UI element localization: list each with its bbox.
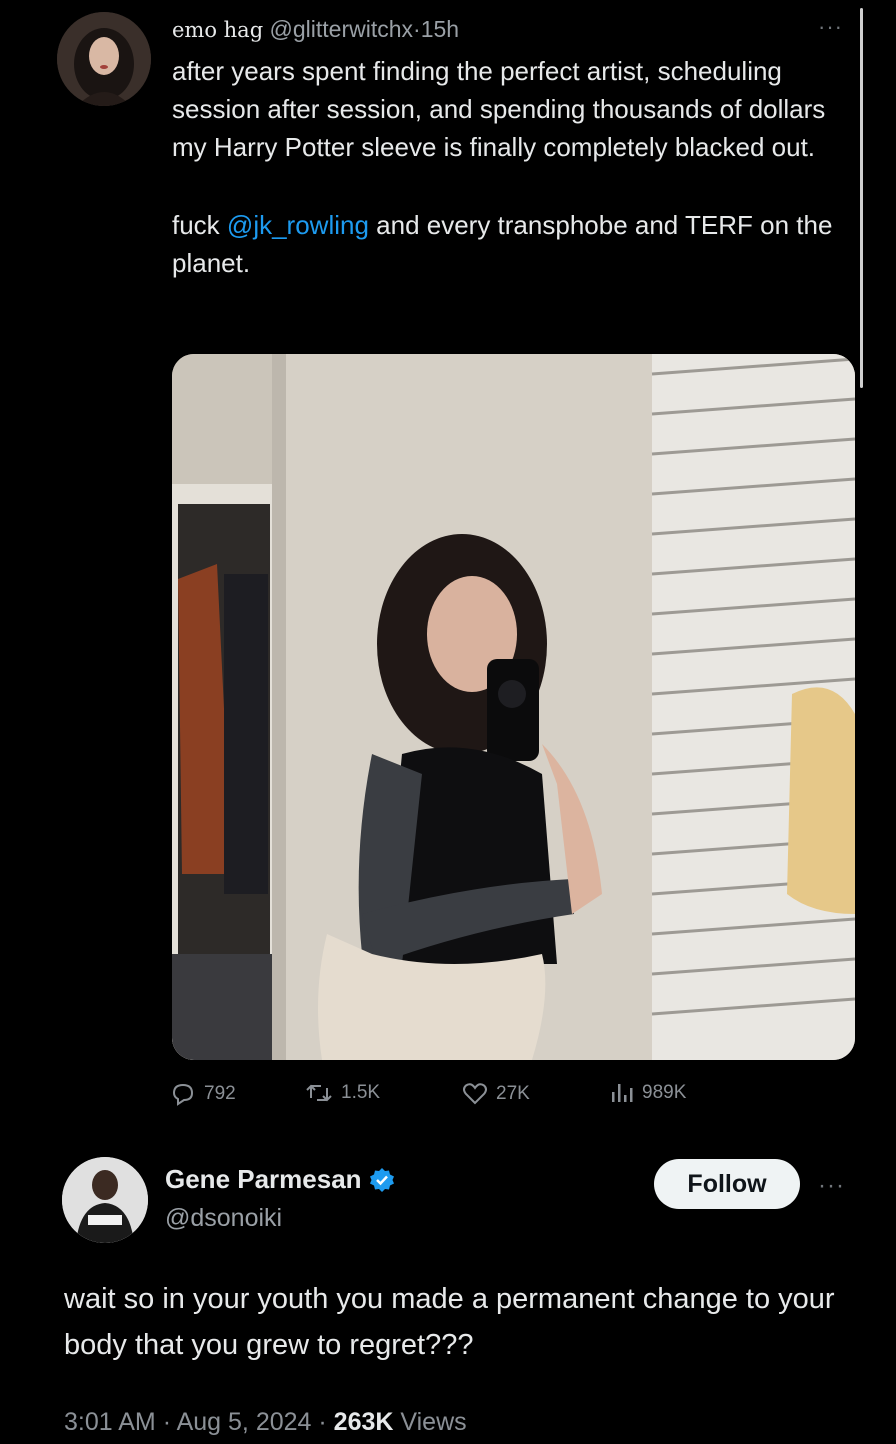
heart-icon — [463, 1083, 487, 1105]
author-avatar[interactable] — [57, 12, 151, 106]
reply-more-options-icon[interactable]: ··· — [818, 1172, 845, 1200]
reply-author-name-row: Gene Parmesan — [165, 1164, 396, 1195]
author-handle[interactable]: @glitterwitchx — [270, 16, 414, 42]
reply-time[interactable]: 3:01 AM — [64, 1408, 156, 1436]
reply-author-avatar[interactable] — [62, 1157, 148, 1243]
like-action[interactable]: 27K — [462, 1082, 530, 1106]
tweet-text: after years spent finding the perfect ar… — [172, 52, 862, 282]
follow-button[interactable]: Follow — [654, 1159, 800, 1209]
tweet-paragraph-1: after years spent finding the perfect ar… — [172, 56, 826, 162]
reply-author-handle[interactable]: @dsonoiki — [165, 1204, 282, 1233]
reply-author-display-name[interactable]: Gene Parmesan — [165, 1164, 362, 1195]
reply-text: wait so in your youth you made a permane… — [64, 1283, 835, 1361]
tweet-paragraph-2: fuck @jk_rowling and every transphobe an… — [172, 210, 833, 278]
author-display-name[interactable]: emo hag — [172, 18, 263, 42]
like-count: 27K — [496, 1083, 530, 1104]
reply-meta: 3:01 AM · Aug 5, 2024 · 263K Views — [64, 1408, 467, 1436]
reply-action[interactable]: 792 — [170, 1082, 236, 1106]
reply-icon — [172, 1083, 194, 1106]
reply-views-label: Views — [400, 1408, 467, 1436]
reply-views-count: 263K — [333, 1408, 394, 1436]
repost-icon — [306, 1084, 332, 1102]
repost-count: 1.5K — [341, 1082, 381, 1103]
tweet-photo[interactable] — [172, 354, 855, 1060]
repost-action[interactable]: 1.5K — [305, 1082, 380, 1104]
views-action[interactable]: 989K — [610, 1082, 686, 1104]
reply-date[interactable]: Aug 5, 2024 — [177, 1408, 312, 1436]
views-count: 989K — [642, 1082, 687, 1103]
more-options-icon[interactable]: ··· — [818, 14, 843, 40]
reply-count: 792 — [204, 1083, 236, 1104]
views-chart-icon — [612, 1084, 633, 1102]
tweet-header: emo hag @glitterwitchx·15h — [172, 14, 459, 45]
tweet-time[interactable]: 15h — [421, 16, 459, 42]
mention-link[interactable]: @jk_rowling — [227, 210, 369, 240]
header-separator: · — [413, 16, 421, 42]
verified-badge-icon — [369, 1167, 394, 1192]
